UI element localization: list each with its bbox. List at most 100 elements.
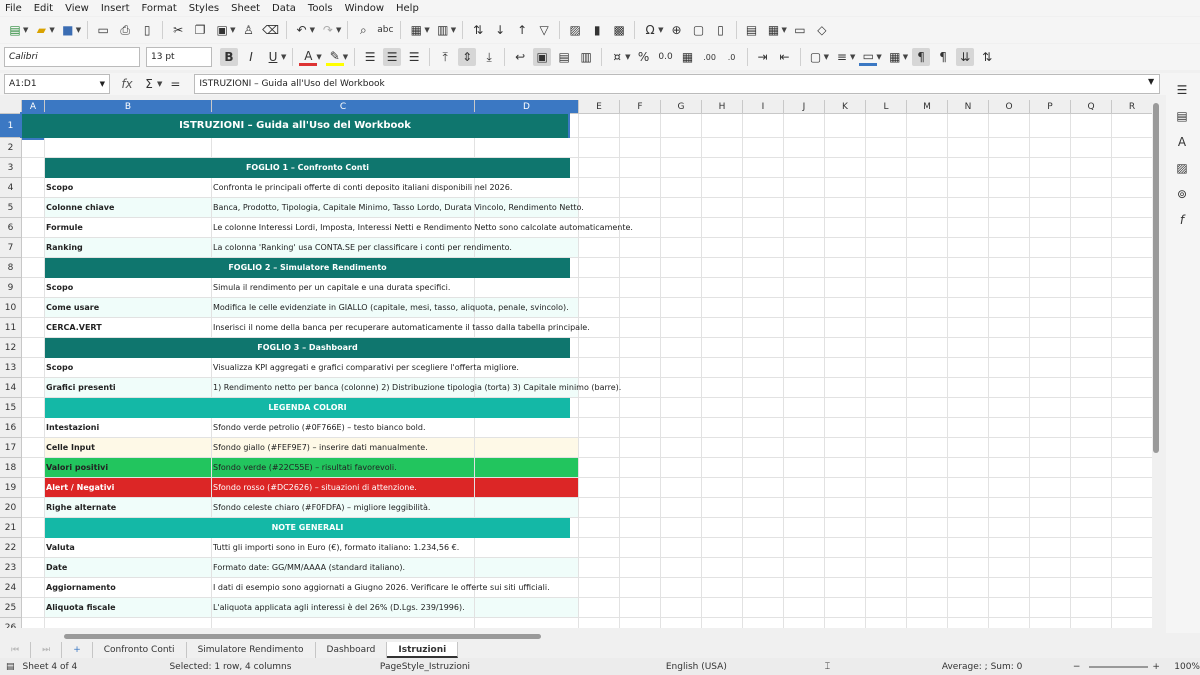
row-header[interactable]: 14 bbox=[0, 378, 22, 398]
grid-cell[interactable] bbox=[579, 138, 620, 158]
grid-cell[interactable] bbox=[1030, 298, 1071, 318]
grid-cell[interactable] bbox=[989, 218, 1030, 238]
column-header[interactable]: H bbox=[702, 100, 743, 114]
grid-cell[interactable] bbox=[948, 518, 989, 538]
grid-cell[interactable] bbox=[825, 538, 866, 558]
grid-cell[interactable] bbox=[866, 398, 907, 418]
row-description[interactable]: Le colonne Interessi Lordi, Imposta, Int… bbox=[212, 218, 633, 238]
gallery-icon[interactable]: ▨ bbox=[1173, 159, 1191, 177]
grid-cell[interactable] bbox=[825, 198, 866, 218]
grid-cell[interactable] bbox=[784, 198, 825, 218]
grid-cell[interactable] bbox=[1030, 578, 1071, 598]
grid-cell[interactable] bbox=[948, 598, 989, 618]
vertical-text-icon[interactable]: ⇊ bbox=[956, 48, 975, 66]
grid-cell[interactable] bbox=[989, 338, 1030, 358]
font-size-box[interactable]: 13 pt bbox=[146, 47, 212, 67]
grid-cell[interactable] bbox=[907, 558, 948, 578]
grid-cell[interactable] bbox=[989, 178, 1030, 198]
formula-input[interactable]: ISTRUZIONI – Guida all'Uso del Workbook bbox=[194, 74, 1160, 94]
grid-cell[interactable] bbox=[620, 238, 661, 258]
grid-cell[interactable] bbox=[702, 558, 743, 578]
grid-cell[interactable] bbox=[661, 578, 702, 598]
define-print-area-icon[interactable]: ▤ bbox=[743, 21, 761, 39]
grid-cell[interactable] bbox=[702, 378, 743, 398]
grid-cell[interactable] bbox=[825, 398, 866, 418]
grid-cell[interactable] bbox=[825, 378, 866, 398]
text-direction-ltr-icon[interactable]: ¶ bbox=[912, 48, 931, 66]
pivot-table-icon[interactable]: ▩ bbox=[610, 21, 628, 39]
grid-cell[interactable] bbox=[825, 498, 866, 518]
merge-cells-icon[interactable]: ▤ bbox=[555, 48, 573, 66]
grid-cell[interactable] bbox=[907, 418, 948, 438]
grid-cell[interactable] bbox=[661, 114, 702, 138]
grid-cell[interactable] bbox=[1112, 198, 1153, 218]
row-header[interactable]: 17 bbox=[0, 438, 22, 458]
grid-cell[interactable] bbox=[579, 114, 620, 138]
grid-cell[interactable] bbox=[784, 578, 825, 598]
grid-cell[interactable] bbox=[475, 418, 579, 438]
grid-cell[interactable] bbox=[825, 618, 866, 628]
grid-cell[interactable] bbox=[661, 598, 702, 618]
grid-cell[interactable] bbox=[743, 598, 784, 618]
grid-cell[interactable] bbox=[825, 458, 866, 478]
increase-indent-icon[interactable]: ⇥ bbox=[754, 48, 772, 66]
insert-image-icon[interactable]: ▨ bbox=[566, 21, 584, 39]
grid-cell[interactable] bbox=[212, 138, 475, 158]
new-document-icon[interactable]: ▤ bbox=[6, 21, 24, 39]
row-header[interactable]: 15 bbox=[0, 398, 22, 418]
grid-cell[interactable] bbox=[1071, 258, 1112, 278]
grid-cell[interactable] bbox=[825, 418, 866, 438]
grid-cell[interactable] bbox=[661, 378, 702, 398]
grid-cell[interactable] bbox=[1112, 114, 1153, 138]
chevron-down-icon[interactable]: ▼ bbox=[658, 26, 663, 34]
grid-cell[interactable] bbox=[907, 138, 948, 158]
zoom-level[interactable]: 100% bbox=[1174, 662, 1200, 672]
grid-cell[interactable] bbox=[22, 338, 45, 358]
grid-cell[interactable] bbox=[1071, 338, 1112, 358]
grid-cell[interactable] bbox=[743, 578, 784, 598]
grid-cell[interactable] bbox=[579, 518, 620, 538]
column-header[interactable]: J bbox=[784, 100, 825, 114]
freeze-rows-columns-icon[interactable]: ▦ bbox=[765, 21, 783, 39]
grid-cell[interactable] bbox=[784, 338, 825, 358]
grid-cell[interactable] bbox=[743, 358, 784, 378]
grid-cell[interactable] bbox=[1030, 518, 1071, 538]
menu-window[interactable]: Window bbox=[345, 3, 384, 14]
menu-format[interactable]: Format bbox=[142, 3, 177, 14]
grid-cell[interactable] bbox=[620, 178, 661, 198]
row-label[interactable]: Come usare bbox=[45, 298, 212, 318]
grid-cell[interactable] bbox=[907, 318, 948, 338]
sum-icon[interactable]: Σ bbox=[140, 75, 158, 93]
grid-cell[interactable] bbox=[989, 358, 1030, 378]
expand-formula-icon[interactable]: ▼ bbox=[1148, 77, 1154, 86]
grid-cell[interactable] bbox=[784, 278, 825, 298]
zoom-slider[interactable] bbox=[1088, 665, 1149, 668]
grid-cell[interactable] bbox=[866, 218, 907, 238]
row-label[interactable]: Formule bbox=[45, 218, 212, 238]
grid-cell[interactable] bbox=[1112, 338, 1153, 358]
grid-cell[interactable] bbox=[1030, 418, 1071, 438]
grid-cell[interactable] bbox=[661, 438, 702, 458]
grid-cell[interactable] bbox=[22, 418, 45, 438]
row-header[interactable]: 18 bbox=[0, 458, 22, 478]
conditional-format-icon[interactable]: ▦ bbox=[886, 48, 904, 66]
grid-cell[interactable] bbox=[1030, 338, 1071, 358]
name-box[interactable]: A1:D1 ▼ bbox=[4, 74, 110, 94]
grid-cell[interactable] bbox=[907, 338, 948, 358]
column-header[interactable]: O bbox=[989, 100, 1030, 114]
align-center-icon[interactable]: ☰ bbox=[383, 48, 402, 66]
grid-cell[interactable] bbox=[620, 618, 661, 628]
grid-cell[interactable] bbox=[1071, 358, 1112, 378]
grid-cell[interactable] bbox=[702, 438, 743, 458]
grid-cell[interactable] bbox=[1071, 558, 1112, 578]
column-header[interactable]: R bbox=[1112, 100, 1153, 114]
grid-cell[interactable] bbox=[825, 578, 866, 598]
last-sheet-icon[interactable]: ⏭ bbox=[31, 642, 63, 658]
grid-cell[interactable] bbox=[620, 278, 661, 298]
row-description[interactable]: Sfondo celeste chiaro (#F0FDFA) – miglio… bbox=[212, 498, 430, 518]
redo-icon[interactable]: ↷ bbox=[319, 21, 337, 39]
grid-cell[interactable] bbox=[1112, 558, 1153, 578]
grid-cell[interactable] bbox=[1071, 298, 1112, 318]
chevron-down-icon[interactable]: ▼ bbox=[23, 26, 28, 34]
copy-icon[interactable]: ❐ bbox=[191, 21, 209, 39]
